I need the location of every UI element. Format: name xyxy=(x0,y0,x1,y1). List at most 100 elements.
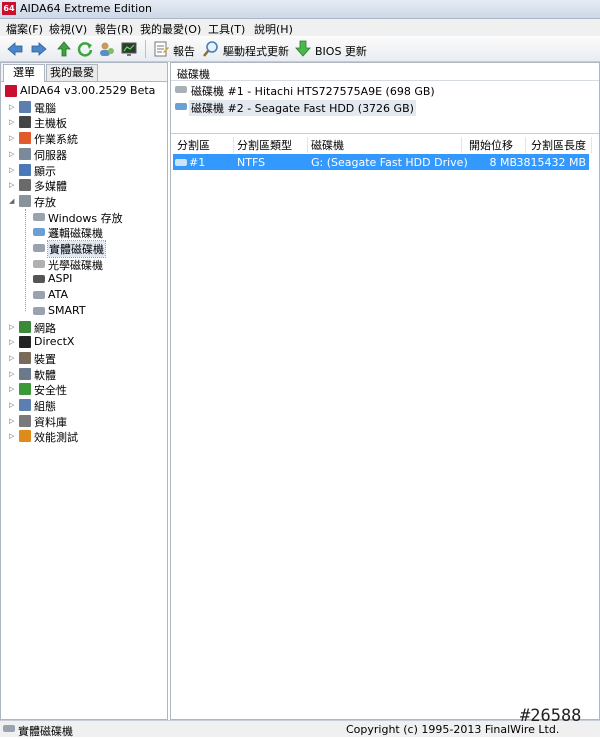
column-header-length[interactable]: 分割區長度 xyxy=(531,137,592,153)
column-header-drive[interactable]: 磁碟機 xyxy=(311,137,462,153)
expand-arrow-icon[interactable]: ▷ xyxy=(9,432,14,440)
server-icon xyxy=(19,147,31,160)
monitor-chart-icon[interactable] xyxy=(120,40,138,58)
tree-item-label: Windows 存放 xyxy=(48,211,123,225)
menu-file[interactable]: 檔案(F) xyxy=(6,21,43,37)
window-title: AIDA64 Extreme Edition xyxy=(20,2,152,15)
user-icon[interactable] xyxy=(98,40,116,58)
tree-item[interactable]: ▷ 裝置 xyxy=(1,350,167,366)
tree-item[interactable]: ▷ 網路 xyxy=(1,319,167,335)
tree-item[interactable]: ◢ 存放 xyxy=(1,193,167,209)
logical-drive-icon xyxy=(33,228,45,237)
report-button[interactable]: 報告 xyxy=(152,40,198,58)
report-icon xyxy=(154,41,169,57)
refresh-icon[interactable] xyxy=(76,40,94,58)
menu-view[interactable]: 檢視(V) xyxy=(49,21,87,37)
watermark: #26588 xyxy=(520,706,582,726)
disk-label: 磁碟機 #2 - Seagate Fast HDD (3726 GB) xyxy=(189,100,416,116)
disk-icon xyxy=(33,212,45,221)
tree-item-label: 電腦 xyxy=(34,101,56,115)
up-arrow-icon[interactable] xyxy=(55,40,73,58)
partition-icon xyxy=(175,159,187,166)
column-header-type[interactable]: 分割區類型 xyxy=(237,137,308,153)
expand-arrow-icon[interactable]: ▷ xyxy=(9,166,14,174)
menu-tools[interactable]: 工具(T) xyxy=(208,21,245,37)
column-header-offset[interactable]: 開始位移 xyxy=(469,137,526,153)
expand-arrow-icon[interactable]: ▷ xyxy=(9,150,14,158)
table-row[interactable]: #1 NTFS G: (Seagate Fast HDD Drive) 8 MB… xyxy=(173,154,589,170)
expand-arrow-icon[interactable]: ▷ xyxy=(9,134,14,142)
tree-item-label: 軟體 xyxy=(34,368,56,382)
status-bar: 實體磁碟機 Copyright (c) 1995-2013 FinalWire … xyxy=(0,720,600,738)
panel-tabs: 選單 我的最愛 xyxy=(1,63,167,82)
tree-item[interactable]: ▷ 安全性 xyxy=(1,381,167,397)
expand-arrow-icon[interactable]: ▷ xyxy=(9,385,14,393)
expand-arrow-icon[interactable]: ▷ xyxy=(9,103,14,111)
tree-item-label: 效能測試 xyxy=(34,431,78,445)
devices-icon xyxy=(19,351,31,364)
driver-update-label: 驅動程式更新 xyxy=(223,45,289,58)
software-icon xyxy=(19,367,31,380)
tree-item-label: 安全性 xyxy=(34,384,67,398)
menu-bar: 檔案(F) 檢視(V) 報告(R) 我的最愛(O) 工具(T) 說明(H) xyxy=(0,19,600,36)
menu-report[interactable]: 報告(R) xyxy=(95,21,133,37)
expand-arrow-icon[interactable]: ▷ xyxy=(9,370,14,378)
tree-item-label: 顯示 xyxy=(34,164,56,178)
expand-arrow-icon[interactable]: ▷ xyxy=(9,323,14,331)
tree-item-label: 裝置 xyxy=(34,352,56,366)
aspi-icon xyxy=(33,275,45,284)
physical-drive-icon xyxy=(3,725,15,732)
disk-list-item-1[interactable]: 磁碟機 #1 - Hitachi HTS727575A9E (698 GB) xyxy=(175,82,575,98)
tree-connector-line xyxy=(25,208,26,311)
tree-item[interactable]: ▷ 作業系統 xyxy=(1,130,167,146)
expand-arrow-icon[interactable]: ▷ xyxy=(9,417,14,425)
computer-icon xyxy=(19,100,31,113)
tree-item-label: 實體磁碟機 xyxy=(47,240,106,258)
tree-item[interactable]: ▷ 主機板 xyxy=(1,114,167,130)
menu-favorites[interactable]: 我的最愛(O) xyxy=(140,21,201,37)
column-header-partition[interactable]: 分割區 xyxy=(177,137,234,153)
tree-item[interactable]: ▷ 電腦 xyxy=(1,99,167,115)
aida-logo-icon xyxy=(5,85,17,97)
tree-item-label: 邏輯磁碟機 xyxy=(48,227,103,241)
collapse-arrow-icon[interactable]: ◢ xyxy=(9,197,14,205)
expand-arrow-icon[interactable]: ▷ xyxy=(9,401,14,409)
tab-favorites[interactable]: 我的最愛 xyxy=(46,64,98,81)
cell-drive: G: (Seagate Fast HDD Drive) xyxy=(311,156,468,169)
tree-item[interactable]: AIDA64 v3.00.2529 Beta xyxy=(1,83,167,99)
optical-drive-icon xyxy=(33,259,45,268)
benchmark-icon xyxy=(19,430,31,443)
expand-arrow-icon[interactable]: ▷ xyxy=(9,118,14,126)
tree-item[interactable]: ▷ 顯示 xyxy=(1,162,167,178)
windows-icon xyxy=(19,132,31,145)
tree-item[interactable]: ▷ 伺服器 xyxy=(1,146,167,162)
storage-icon xyxy=(19,194,31,207)
section-title: 磁碟機 xyxy=(177,68,210,81)
cell-length: 3815432 MB xyxy=(516,156,586,169)
expand-arrow-icon[interactable]: ▷ xyxy=(9,354,14,362)
bios-update-button[interactable]: BIOS 更新 xyxy=(294,40,370,58)
tree-item[interactable]: ▷ 組態 xyxy=(1,397,167,413)
toolbar-separator xyxy=(145,40,146,58)
tab-menu[interactable]: 選單 xyxy=(3,64,45,82)
tree-item-label: 存放 xyxy=(34,195,56,209)
tree-item-label: 伺服器 xyxy=(34,148,67,162)
driver-update-button[interactable]: 驅動程式更新 xyxy=(202,40,292,58)
menu-help[interactable]: 說明(H) xyxy=(254,21,293,37)
title-bar: 64 AIDA64 Extreme Edition xyxy=(0,0,600,19)
tree-item[interactable]: ▷ DirectX xyxy=(1,334,167,350)
back-arrow-icon[interactable] xyxy=(6,40,24,58)
tree-item[interactable]: ▷ 多媒體 xyxy=(1,177,167,193)
tree-item[interactable]: ▷ 效能測試 xyxy=(1,428,167,444)
content-panel: 磁碟機 磁碟機 #1 - Hitachi HTS727575A9E (698 G… xyxy=(170,62,600,720)
expand-arrow-icon[interactable]: ▷ xyxy=(9,338,14,346)
motherboard-icon xyxy=(19,116,31,129)
disk-list-item-2[interactable]: 磁碟機 #2 - Seagate Fast HDD (3726 GB) xyxy=(175,99,575,116)
expand-arrow-icon[interactable]: ▷ xyxy=(9,181,14,189)
tree-item[interactable]: ▷ 軟體 xyxy=(1,366,167,382)
security-shield-icon xyxy=(19,383,31,396)
forward-arrow-icon[interactable] xyxy=(30,40,48,58)
status-text: 實體磁碟機 xyxy=(18,725,73,738)
report-label: 報告 xyxy=(173,45,195,58)
tree-item[interactable]: ▷ 資料庫 xyxy=(1,413,167,429)
